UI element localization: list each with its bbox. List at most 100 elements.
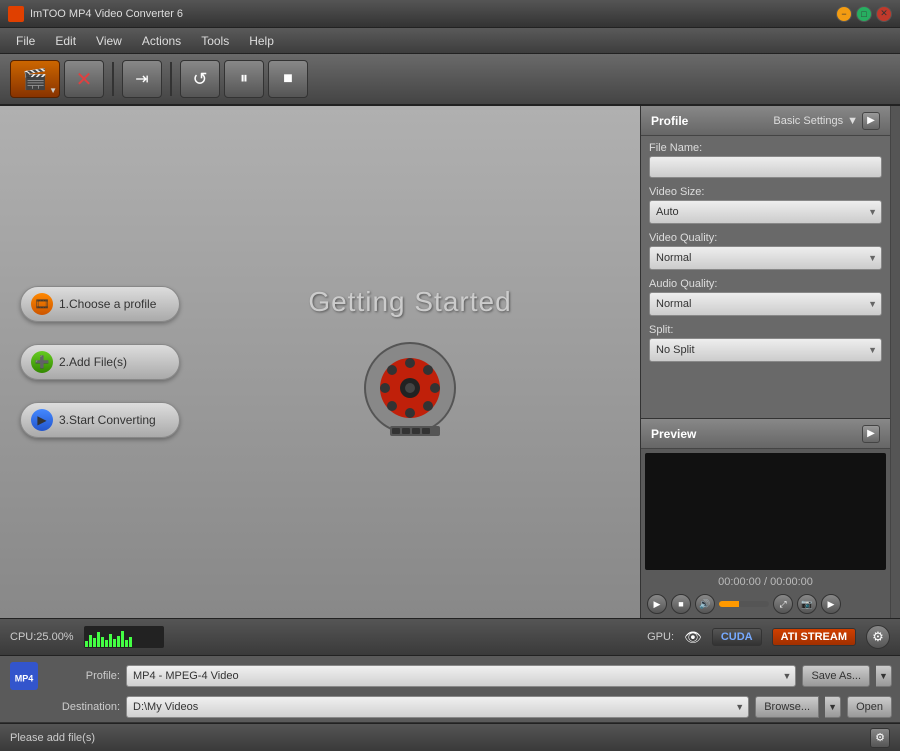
video-quality-group: Video Quality: Normal Low High <box>649 232 882 270</box>
basic-settings-label: Basic Settings <box>773 115 843 127</box>
file-name-label: File Name: <box>649 142 882 154</box>
profile-expand-button[interactable]: ▶ <box>862 112 880 130</box>
preview-section: Preview ▶ 00:00:00 / 00:00:00 ▶ ■ 🔊 ⤢ 📷 … <box>641 418 890 618</box>
gpu-label: GPU: <box>647 631 674 643</box>
add-files-icon: ➕ <box>31 351 53 373</box>
gpu-bar: CPU:25.00% GPU: 👁 CUDA ATI STREAM ⚙ <box>0 618 900 656</box>
choose-profile-label: 1.Choose a profile <box>59 297 156 311</box>
profile-title: Profile <box>651 114 688 128</box>
video-quality-select-wrapper: Normal Low High <box>649 246 882 270</box>
statusbar: Please add file(s) ⚙ <box>0 723 900 751</box>
maximize-button[interactable]: □ <box>856 6 872 22</box>
split-label: Split: <box>649 324 882 336</box>
cpu-bar-12 <box>129 637 132 647</box>
preview-time: 00:00:00 / 00:00:00 <box>641 574 890 590</box>
preview-fullscreen-button[interactable]: ⤢ <box>773 594 793 614</box>
status-settings-button[interactable]: ⚙ <box>870 728 890 748</box>
preview-title: Preview <box>651 427 696 441</box>
cpu-graph-bars <box>84 626 164 648</box>
profile-header: Profile Basic Settings ▼ ▶ <box>641 106 890 136</box>
destination-label: Destination: <box>50 701 120 713</box>
gpu-settings-button[interactable]: ⚙ <box>866 625 890 649</box>
video-quality-select[interactable]: Normal Low High <box>649 246 882 270</box>
video-quality-label: Video Quality: <box>649 232 882 244</box>
add-dropdown-arrow[interactable]: ▼ <box>49 86 57 95</box>
cpu-bar-8 <box>113 639 116 647</box>
audio-quality-select[interactable]: Normal Low High <box>649 292 882 316</box>
preview-expand-button[interactable]: ▶ <box>862 425 880 443</box>
menu-file[interactable]: File <box>6 31 45 51</box>
preview-volume-button[interactable]: 🔊 <box>695 594 715 614</box>
main-split: 🎞 1.Choose a profile ➕ 2.Add File(s) ▶ 3… <box>0 106 900 618</box>
preview-play-button[interactable]: ▶ <box>647 594 667 614</box>
profile-row: MP4 Profile: MP4 - MPEG-4 Video AVI MOV … <box>8 660 892 692</box>
toolbar-separator-1 <box>112 62 114 96</box>
file-name-input[interactable] <box>649 156 882 178</box>
cpu-bar-9 <box>117 636 120 647</box>
menu-help[interactable]: Help <box>239 31 284 51</box>
video-size-select[interactable]: Auto 320x240 640x480 1280x720 <box>649 200 882 224</box>
add-files-label: 2.Add File(s) <box>59 355 127 369</box>
choose-profile-button[interactable]: 🎞 1.Choose a profile <box>20 286 180 322</box>
add-files-button[interactable]: ➕ 2.Add File(s) <box>20 344 180 380</box>
steps: 🎞 1.Choose a profile ➕ 2.Add File(s) ▶ 3… <box>20 286 180 438</box>
destination-select[interactable]: D:\My Videos <box>126 696 749 718</box>
profile-destination-bar: MP4 Profile: MP4 - MPEG-4 Video AVI MOV … <box>0 656 900 723</box>
cpu-bar-3 <box>93 638 96 647</box>
split-select[interactable]: No Split By Size By Duration <box>649 338 882 362</box>
cpu-bar-10 <box>121 631 124 647</box>
ati-stream-button[interactable]: ATI STREAM <box>772 628 856 646</box>
svg-text:MP4: MP4 <box>15 673 34 683</box>
audio-quality-group: Audio Quality: Normal Low High <box>649 278 882 316</box>
profile-header-right: Basic Settings ▼ ▶ <box>773 112 880 130</box>
delete-button[interactable]: ✕ <box>64 60 104 98</box>
cpu-bar-4 <box>97 632 100 647</box>
open-button[interactable]: Open <box>847 696 892 718</box>
start-converting-button[interactable]: ▶ 3.Start Converting <box>20 402 180 438</box>
menu-tools[interactable]: Tools <box>191 31 239 51</box>
preview-settings-button[interactable]: ▶ <box>821 594 841 614</box>
mp4-file-icon: MP4 <box>8 660 40 692</box>
volume-slider[interactable] <box>719 601 769 607</box>
move-button[interactable]: ⇥ <box>122 60 162 98</box>
cpu-bar-5 <box>101 637 104 647</box>
cuda-button[interactable]: CUDA <box>712 628 762 646</box>
video-size-select-wrapper: Auto 320x240 640x480 1280x720 <box>649 200 882 224</box>
video-size-label: Video Size: <box>649 186 882 198</box>
preview-header: Preview ▶ <box>641 419 890 449</box>
split-group: Split: No Split By Size By Duration <box>649 324 882 362</box>
left-panel: 🎞 1.Choose a profile ➕ 2.Add File(s) ▶ 3… <box>0 106 640 618</box>
file-name-group: File Name: <box>649 142 882 178</box>
titlebar: ImTOO MP4 Video Converter 6 − □ ✕ <box>0 0 900 28</box>
right-area: Profile Basic Settings ▼ ▶ File Name: <box>640 106 900 618</box>
menubar: File Edit View Actions Tools Help <box>0 28 900 54</box>
preview-snapshot-button[interactable]: 📷 <box>797 594 817 614</box>
choose-profile-icon: 🎞 <box>31 293 53 315</box>
film-reel-icon <box>360 338 460 438</box>
getting-started-text: Getting Started <box>308 286 511 318</box>
browse-button[interactable]: Browse... <box>755 696 819 718</box>
window-controls: − □ ✕ <box>836 6 892 22</box>
refresh-button[interactable]: ↺ <box>180 60 220 98</box>
toolbar: 🎬 ▼ ✕ ⇥ ↺ ⏸ ■ <box>0 54 900 106</box>
profile-settings-content: File Name: Video Size: Auto 320x240 640x… <box>641 136 890 418</box>
profile-section: Profile Basic Settings ▼ ▶ File Name: <box>641 106 890 418</box>
settings-dropdown-icon: ▼ <box>847 115 858 127</box>
cpu-graph <box>84 626 164 648</box>
menu-edit[interactable]: Edit <box>45 31 86 51</box>
split-select-wrapper: No Split By Size By Duration <box>649 338 882 362</box>
cpu-bar-11 <box>125 640 128 647</box>
close-button[interactable]: ✕ <box>876 6 892 22</box>
add-file-button[interactable]: 🎬 ▼ <box>10 60 60 98</box>
preview-controls: ▶ ■ 🔊 ⤢ 📷 ▶ <box>641 590 890 618</box>
right-scrollbar[interactable] <box>890 106 900 618</box>
minimize-button[interactable]: − <box>836 6 852 22</box>
menu-actions[interactable]: Actions <box>132 31 191 51</box>
preview-stop-button[interactable]: ■ <box>671 594 691 614</box>
menu-view[interactable]: View <box>86 31 132 51</box>
pause-button[interactable]: ⏸ <box>224 60 264 98</box>
browse-dropdown-button[interactable]: ▼ <box>825 696 841 718</box>
stop-button[interactable]: ■ <box>268 60 308 98</box>
start-converting-icon: ▶ <box>31 409 53 431</box>
audio-quality-label: Audio Quality: <box>649 278 882 290</box>
